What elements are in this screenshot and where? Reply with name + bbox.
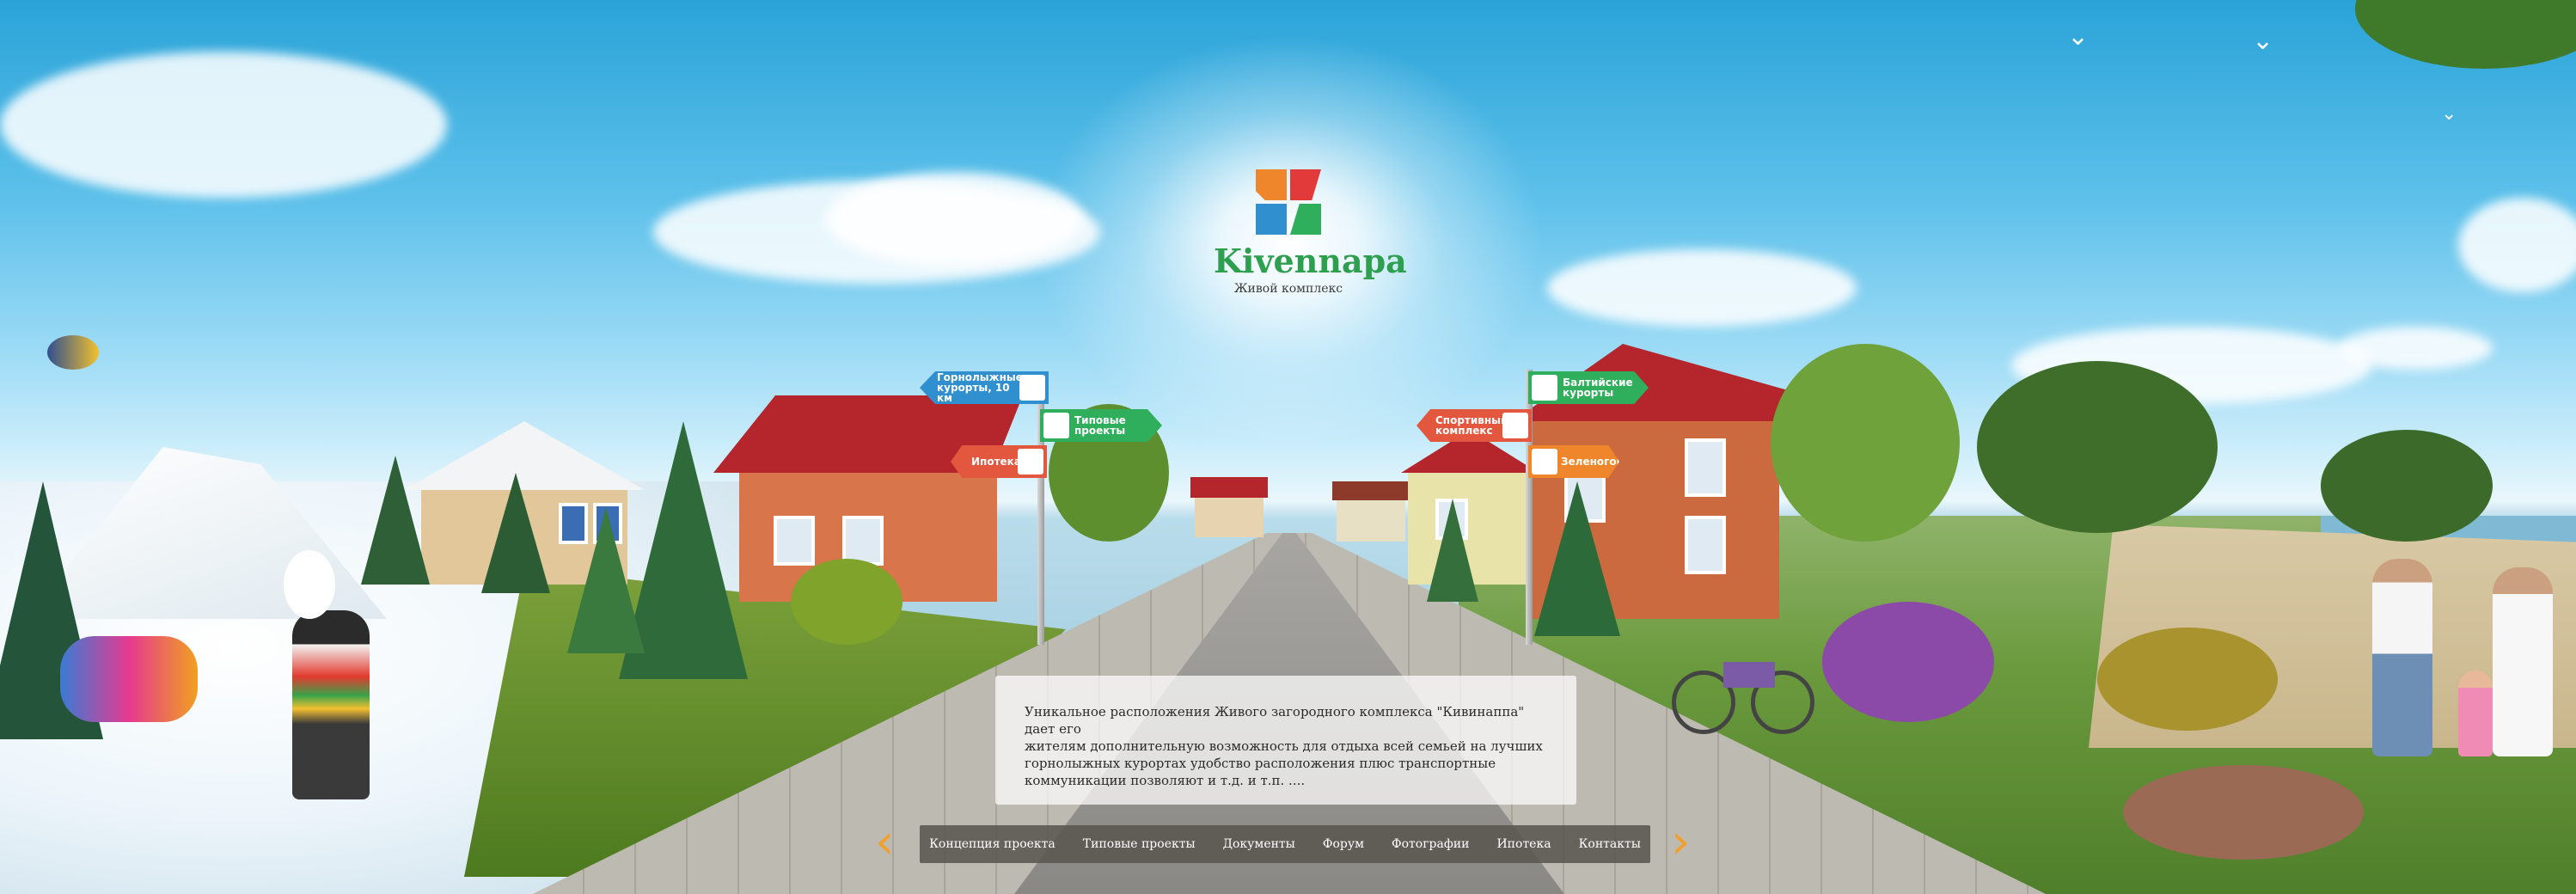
bird-on-branch [47,335,99,370]
nav-item-contacts[interactable]: Контакты [1565,837,1655,851]
cloud [1547,249,1857,327]
chevron-left-icon[interactable]: ‹ [875,818,894,866]
chevron-right-icon[interactable]: › [1671,818,1690,866]
logo-mark-icon [1502,413,1528,438]
sign-zelenogorsk[interactable]: Зеленогорск [1528,445,1619,478]
snowman [284,550,335,619]
bicycle [1672,645,1818,734]
seagull-icon: ⌄ [2441,103,2457,125]
nav-item-projects[interactable]: Типовые проекты [1069,837,1209,851]
seagull-icon: ⌄ [2067,21,2090,52]
pine-grove [2321,430,2493,542]
fir-tree [481,473,550,593]
logo-mark-icon [1018,449,1043,475]
brand-tagline: Живой комплекс [1233,282,1343,296]
sign-label: Горнолыжные курорты, 10 км [937,371,1023,404]
nav-item-documents[interactable]: Документы [1209,837,1309,851]
fir-tree [1427,499,1478,602]
nav-item-mortgage[interactable]: Ипотека [1483,837,1564,851]
brand-name: Kivennapa [1214,242,1407,280]
sign-baltic-resorts[interactable]: Балтийские курорты [1528,371,1649,404]
landing-scene: ⌄ ⌄ ⌄ Kivennapa Живой комплекс Горнолыжн… [0,0,2576,894]
info-box: Уникальное расположения Живого загородно… [995,676,1576,805]
father [2372,559,2432,756]
brand-logo[interactable]: Kivennapa Живой комплекс [1214,168,1407,314]
logo-mark-icon [1254,168,1323,236]
mother [2493,567,2553,756]
kids-in-snow [60,636,198,722]
house-far-left [1190,477,1268,537]
child [2458,670,2493,756]
deciduous-tree [1771,344,1960,542]
fir-tree [1534,481,1620,636]
cloud [825,172,1083,266]
sign-typical-projects[interactable]: Типовые проекты [1040,409,1162,442]
pine-grove [1977,361,2218,533]
cloud [2338,327,2493,370]
sign-mortgage[interactable]: Ипотека [951,445,1047,478]
info-text-line: жителям дополнительную возможность для о… [1025,738,1543,754]
sign-label: Спортивный комплекс [1435,414,1508,437]
foliage [2355,0,2576,69]
seagull-icon: ⌄ [2252,26,2274,56]
nav-item-photos[interactable]: Фотографии [1378,837,1484,851]
sign-label: Ипотека [971,456,1021,468]
info-text-line: коммуникации позволяют и т.д. и т.п. ...… [1025,773,1306,788]
info-text-line: горнолыжных курортах удобство расположен… [1025,756,1496,771]
shrub [2097,628,2278,731]
logo-mark-icon [1532,375,1557,401]
snowboarder [292,610,370,799]
logo-mark-icon [1043,413,1069,438]
nav-item-forum[interactable]: Форум [1309,837,1378,851]
flower-bed [1822,602,1994,722]
cloud [0,52,447,198]
logo-mark-icon [1532,449,1557,475]
shrub [791,559,903,645]
nav-item-concept[interactable]: Концепция проекта [915,837,1069,851]
fir-tree [567,507,645,653]
rocks [2123,765,2364,860]
info-text-line: Уникальное расположения Живого загородно… [1025,704,1525,737]
logo-mark-icon [1019,375,1045,401]
sign-sports-complex[interactable]: Спортивный комплекс [1416,409,1532,442]
sign-ski-resorts[interactable]: Горнолыжные курорты, 10 км [920,371,1049,404]
sign-label: Балтийские курорты [1563,377,1633,399]
house-far-right [1332,481,1410,542]
sign-label: Типовые проекты [1074,414,1126,437]
cloud [2458,198,2576,292]
main-nav: Концепция проекта Типовые проекты Докуме… [920,825,1650,863]
fir-tree [361,456,430,585]
